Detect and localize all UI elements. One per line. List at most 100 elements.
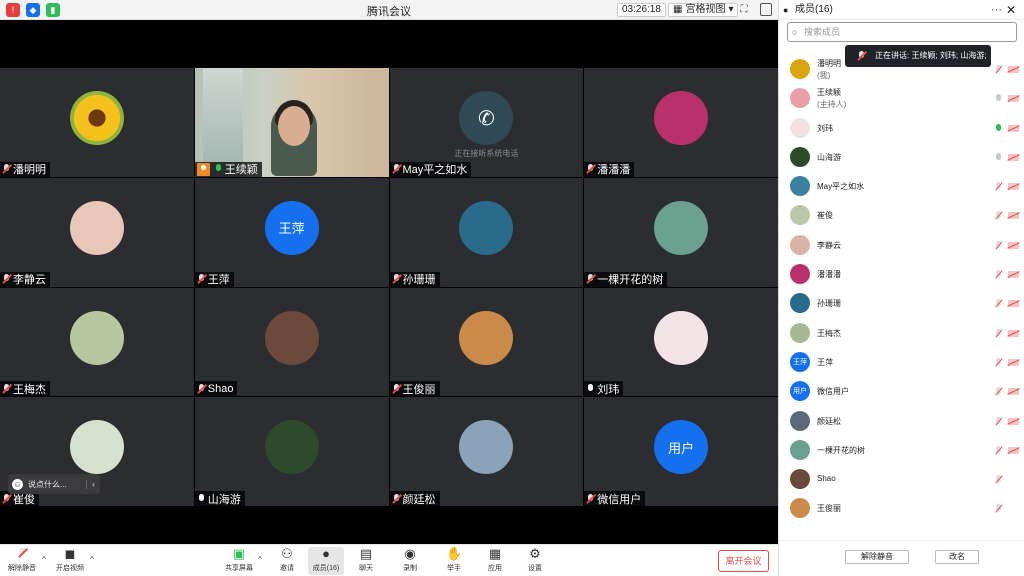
quick-chat-input[interactable]: ☺ 说点什么... ‹ [8, 474, 100, 494]
participant-name: 颜廷松 [402, 493, 436, 506]
member-mic-icon[interactable] [995, 416, 1003, 427]
video-tile[interactable]: 王续颖 [194, 68, 389, 177]
leave-meeting-button[interactable]: 离开会议 [718, 550, 769, 572]
member-mic-icon[interactable] [995, 475, 1003, 485]
share-screen-button[interactable]: ▣ 共享屏幕 [221, 547, 257, 575]
member-row[interactable]: 王萍 王萍 [779, 348, 1024, 377]
video-tile[interactable]: 王萍 王萍 [194, 177, 389, 287]
invite-button[interactable]: ⚇ 邀请 [269, 547, 305, 575]
member-mic-icon[interactable] [995, 357, 1003, 368]
add-user-icon: ⚇ [281, 546, 293, 561]
member-row[interactable]: 山海游 [779, 143, 1024, 172]
member-row[interactable]: 王续颖 (主持人) [779, 84, 1024, 113]
member-row[interactable]: 李静云 [779, 231, 1024, 260]
title-bar: ! ◆ ▮ 腾讯会议 03:26:18 ▦ 宫格视图 ▾ ⛶ [0, 0, 778, 20]
member-mic-icon[interactable] [995, 299, 1003, 309]
mute-all-button[interactable]: 解除静音 [845, 550, 909, 564]
tile-name-label: 王梅杰 [0, 381, 50, 397]
video-tile[interactable]: 用户 微信用户 [584, 397, 778, 506]
tile-name-label: 潘潘潘 [584, 161, 635, 177]
member-mic-icon[interactable] [995, 504, 1003, 514]
member-camera-off-icon[interactable] [1008, 300, 1019, 308]
member-mic-icon[interactable] [995, 152, 1003, 163]
member-mic-icon[interactable] [995, 445, 1003, 456]
member-camera-off-icon[interactable] [1008, 95, 1019, 103]
record-button[interactable]: ◉ 录制 [392, 547, 428, 575]
member-camera-off-icon[interactable] [1008, 124, 1019, 132]
settings-button[interactable]: ⚙ 设置 [517, 547, 553, 575]
video-tile[interactable]: 刘玮 [584, 287, 778, 397]
member-row[interactable]: 王梅杰 [779, 319, 1024, 348]
unmute-button[interactable]: 解除静音 [4, 547, 40, 575]
member-camera-off-icon[interactable] [1008, 358, 1019, 366]
member-camera-off-icon[interactable] [1008, 241, 1019, 249]
member-row[interactable]: 一棵开花的树 [779, 436, 1024, 465]
member-row[interactable]: Shao [779, 465, 1024, 494]
video-options-caret[interactable]: ^ [90, 555, 94, 564]
video-tile[interactable]: 王俊丽 [389, 287, 584, 397]
tile-name-label: 孙珊珊 [389, 271, 440, 287]
audio-options-caret[interactable]: ^ [42, 555, 46, 564]
mic-muted-icon [2, 164, 11, 174]
member-name: 潘明明 [817, 59, 841, 68]
member-camera-off-icon[interactable] [1008, 66, 1019, 73]
video-tile[interactable]: 潘潘潘 [584, 68, 778, 177]
share-options-caret[interactable]: ^ [258, 555, 262, 564]
member-camera-off-icon[interactable] [1008, 329, 1019, 337]
chat-button[interactable]: ▤ 聊天 [348, 547, 384, 575]
gear-icon: ⚙ [529, 546, 541, 561]
sidebar-toggle-icon[interactable] [760, 3, 772, 16]
member-camera-off-icon[interactable] [1008, 271, 1019, 279]
video-tile[interactable]: 王梅杰 [0, 287, 194, 397]
member-camera-off-icon[interactable] [1008, 446, 1019, 454]
close-icon[interactable]: ✕ [1006, 0, 1016, 20]
member-row[interactable]: 刘玮 [779, 114, 1024, 143]
rename-button[interactable]: 改名 [935, 550, 979, 564]
member-mic-icon[interactable] [995, 270, 1003, 280]
member-row[interactable]: 孙珊珊 [779, 289, 1024, 318]
view-mode-button[interactable]: ▦ 宫格视图 ▾ [668, 3, 739, 17]
participant-avatar [654, 91, 709, 146]
raise-hand-button[interactable]: ✋ 举手 [436, 547, 472, 575]
settings-label: 设置 [528, 565, 542, 572]
share-screen-label: 共享屏幕 [225, 565, 253, 572]
member-mic-icon[interactable] [995, 211, 1003, 221]
apps-button[interactable]: ▦ 应用 [477, 547, 513, 575]
member-mic-icon[interactable] [995, 123, 1003, 134]
video-tile[interactable]: Shao [194, 287, 389, 397]
member-mic-icon[interactable] [995, 328, 1003, 339]
video-tile[interactable]: ✆ 正在接听系统电话 May平之如水 [389, 68, 584, 177]
member-search-input[interactable]: ○ 搜索成员 [787, 22, 1017, 42]
member-mic-icon[interactable] [995, 94, 1003, 104]
start-video-button[interactable]: ◼ 开启视频 [52, 547, 88, 575]
emoji-icon[interactable]: ☺ [12, 478, 23, 490]
member-row[interactable]: 用户 微信用户 [779, 377, 1024, 406]
tile-name-label: 王俊丽 [389, 381, 440, 397]
video-tile[interactable]: 孙珊珊 [389, 177, 584, 287]
participant-avatar: ✆ [459, 91, 514, 146]
video-tile[interactable]: 山海游 [194, 397, 389, 506]
member-camera-off-icon[interactable] [1008, 388, 1019, 396]
member-mic-icon[interactable] [995, 182, 1003, 192]
video-tile[interactable]: 潘明明 [0, 68, 194, 177]
member-avatar [790, 410, 810, 431]
member-camera-off-icon[interactable] [1008, 183, 1019, 191]
member-row[interactable]: 潘潘潘 [779, 260, 1024, 289]
video-tile[interactable]: 颜廷松 [389, 397, 584, 506]
chevron-left-icon[interactable]: ‹ [86, 479, 100, 489]
member-mic-icon[interactable] [995, 387, 1003, 397]
member-row[interactable]: 崔俊 [779, 201, 1024, 230]
members-button[interactable]: ● 成员(16) [308, 547, 344, 575]
member-row[interactable]: 颜廷松 [779, 407, 1024, 436]
video-tile[interactable]: 一棵开花的树 [584, 177, 778, 287]
member-row[interactable]: 王俊丽 [779, 494, 1024, 523]
member-camera-off-icon[interactable] [1008, 212, 1019, 220]
member-camera-off-icon[interactable] [1008, 417, 1019, 425]
member-camera-off-icon[interactable] [1008, 153, 1019, 161]
member-mic-icon[interactable] [995, 65, 1003, 75]
fullscreen-icon[interactable]: ⛶ [737, 3, 751, 17]
member-mic-icon[interactable] [995, 240, 1003, 251]
video-tile[interactable]: 李静云 [0, 177, 194, 287]
more-icon[interactable]: ··· [991, 0, 1002, 20]
member-row[interactable]: May平之如水 [779, 172, 1024, 201]
